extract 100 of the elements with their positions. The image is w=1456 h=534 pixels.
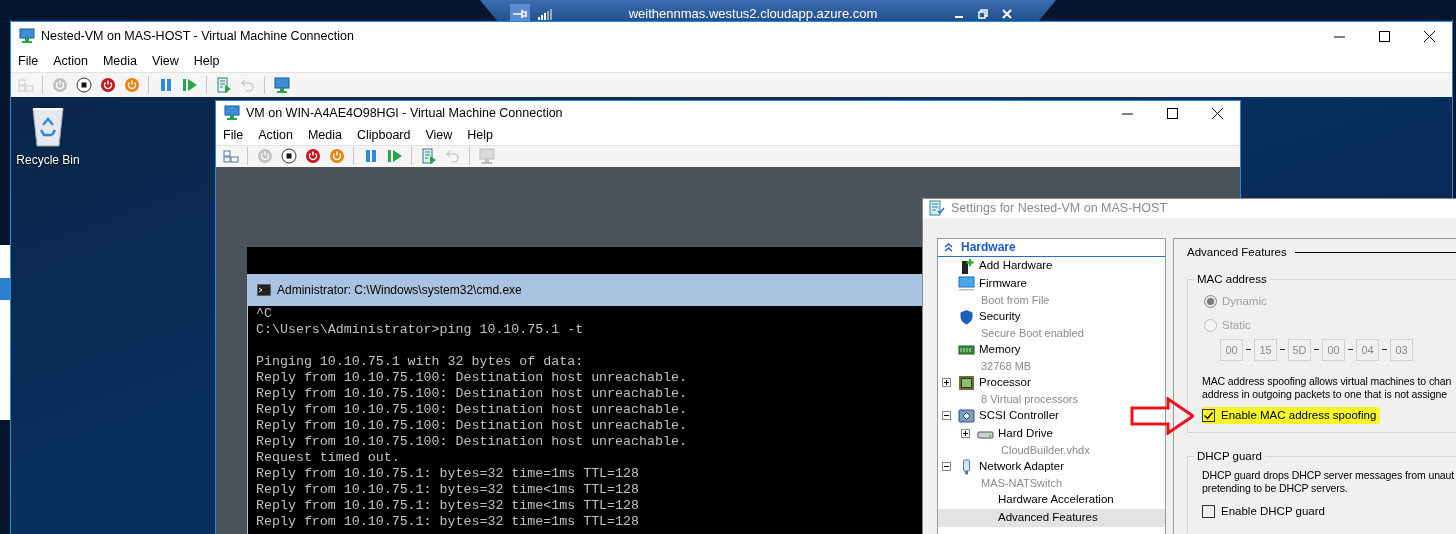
tree-item-label: Add Hardware [979, 258, 1053, 274]
checkpoint-icon [215, 77, 232, 93]
tree-item[interactable]: Add Hardware [938, 256, 1165, 275]
restore-icon[interactable] [978, 9, 988, 19]
monitor-icon [273, 77, 290, 93]
collapse-icon [944, 242, 953, 252]
shield-icon [958, 308, 975, 325]
tree-item-label: Firmware [979, 276, 1027, 292]
menu-item[interactable]: Media [102, 51, 137, 71]
tree-item-detail: MAS-NATSwitch [981, 476, 1063, 491]
power-icon [51, 77, 68, 93]
console-line: Pinging 10.10.75.1 with 32 bytes of data: [256, 354, 585, 370]
checkbox[interactable] [1202, 504, 1215, 518]
maximize-icon [1167, 107, 1178, 119]
controller-icon [958, 407, 975, 424]
description-line: DHCP guard drops DHCP server messages from unaut [1202, 468, 1456, 482]
tree-header[interactable]: Hardware [938, 238, 1165, 257]
close-icon [1424, 30, 1435, 42]
description-line: address in outgoing packets to one that is not assigne [1202, 387, 1449, 401]
toolbar-button[interactable] [73, 74, 94, 96]
tree-item[interactable]: Hard Drive [938, 424, 1165, 443]
monitor-icon [478, 148, 495, 165]
tree-item[interactable]: Advanced Features [938, 508, 1165, 527]
console-title: Administrator: C:\Windows\system32\cmd.exe [277, 282, 522, 299]
maximize-icon [1379, 30, 1390, 42]
play-icon [386, 148, 403, 165]
tree-item-detail: CloudBuilder.vhdx [1001, 443, 1090, 458]
pin-button[interactable] [510, 4, 530, 24]
tree-item-detail: Secure Boot enabled [981, 326, 1084, 341]
play-icon [181, 77, 198, 93]
monitor-icon [224, 105, 240, 122]
description-line: MAC address spoofing allows virtual machines to chan [1202, 374, 1453, 388]
monitor-icon [958, 275, 975, 292]
menu-item[interactable]: Help [193, 51, 220, 71]
power-icon [123, 77, 140, 93]
checkpoint-icon [420, 148, 437, 165]
stop-icon [75, 77, 92, 93]
tree-item[interactable]: Processor [938, 373, 1165, 392]
menu-item[interactable]: Media [307, 125, 342, 145]
tree-item-label: SCSI Controller [979, 408, 1059, 424]
console-line: Reply from 10.10.75.100: Destination host unreachable. [256, 370, 688, 386]
description-line: pretending to be DHCP servers. [1202, 481, 1349, 495]
console-line: ^C [256, 306, 273, 322]
tree-item-detail: Boot from File [981, 293, 1050, 308]
tree-item-label: Processor [979, 375, 1031, 391]
tree-item-label: Hardware Acceleration [998, 492, 1114, 508]
tree-item[interactable]: Memory [938, 340, 1165, 359]
chip-icon [958, 374, 975, 391]
menu-item[interactable]: View [425, 125, 453, 145]
menu-item[interactable]: Action [53, 51, 88, 71]
expand-toggle[interactable] [961, 429, 970, 439]
remote-host-name: weithennmas.westus2.cloudapp.azure.com [627, 5, 879, 24]
toolbar-button[interactable] [278, 145, 299, 167]
tree-item-label: Hard Drive [998, 426, 1053, 442]
tree-item-detail: 32768 MB [981, 359, 1032, 374]
console-line: Reply from 10.10.75.1: bytes=32 time<1ms TTL=128 [256, 498, 640, 514]
power-icon [99, 77, 116, 93]
keyboard-keys-icon [222, 148, 239, 165]
window-title: VM on WIN-A4AE4O98HGI - Virtual Machine Connection [246, 104, 563, 122]
menu-item[interactable]: Clipboard [356, 125, 411, 145]
tree-item[interactable]: Network Adapter [938, 457, 1165, 476]
close-icon[interactable] [1002, 9, 1012, 19]
tree-item-label: Advanced Features [998, 510, 1098, 526]
tree-item-label: Network Adapter [979, 459, 1064, 475]
plus-icon [962, 430, 969, 438]
window-title: Settings for Nested-VM on MAS-HOST [951, 200, 1168, 217]
console-line: C:\Users\Administrator>ping 10.10.75.1 -t [256, 322, 585, 338]
menu-item[interactable]: Help [467, 125, 494, 145]
tree-item[interactable]: Security [938, 307, 1165, 326]
expand-toggle[interactable] [942, 378, 951, 388]
console-line: Reply from 10.10.75.1: bytes=32 time=1ms TTL=128 [256, 514, 640, 530]
desktop-icon-label[interactable]: Recycle Bin [16, 151, 80, 169]
plus-icon [943, 379, 950, 387]
menu-item[interactable]: File [223, 125, 244, 145]
menu-item[interactable]: Action [258, 125, 293, 145]
recycle-bin-icon[interactable] [30, 105, 66, 147]
power-icon [256, 148, 273, 165]
menu-item[interactable]: View [151, 51, 179, 71]
menu-item[interactable]: File [18, 51, 39, 71]
close-icon [1212, 107, 1223, 119]
annotation-arrow [1130, 397, 1194, 435]
tree-item-label: Memory [979, 342, 1021, 358]
monitor-icon [19, 28, 35, 44]
tree-item[interactable]: Firmware [938, 274, 1165, 293]
collapse-toggle[interactable] [942, 411, 951, 421]
console-line: Reply from 10.10.75.100: Destination host unreachable. [256, 402, 688, 418]
pin-icon [513, 8, 527, 20]
tree-item-detail: 8 Virtual processors [981, 392, 1078, 407]
window-title: Nested-VM on MAS-HOST - Virtual Machine Connection [41, 27, 354, 45]
checkbox-option[interactable]: Enable DHCP guard [1202, 502, 1329, 520]
undo-icon [444, 148, 461, 165]
section-title: Advanced Features [1187, 245, 1287, 261]
keyboard-keys-icon [17, 77, 34, 93]
console-line: Reply from 10.10.75.1: bytes=32 time<1ms TTL=128 [256, 482, 640, 498]
tree-item[interactable]: SCSI Controller [938, 406, 1165, 425]
tree-item[interactable]: Hardware Acceleration [938, 490, 1165, 509]
console-line: Reply from 10.10.75.100: Destination host unreachable. [256, 418, 688, 434]
tree-item-label: Security [979, 309, 1021, 325]
console-line: Reply from 10.10.75.1: bytes=32 time=1ms TTL=128 [256, 466, 640, 482]
collapse-toggle[interactable] [942, 462, 951, 472]
